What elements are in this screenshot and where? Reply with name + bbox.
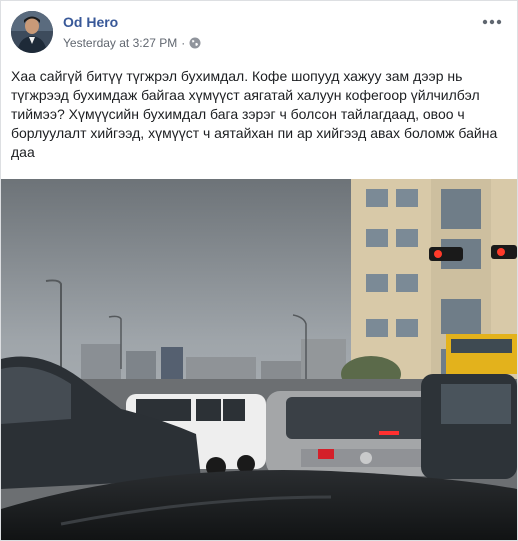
post-timestamp[interactable]: Yesterday at 3:27 PM: [63, 36, 177, 50]
meta-separator: ·: [181, 36, 186, 50]
post-photo[interactable]: [1, 179, 517, 540]
post-card: Od Hero Yesterday at 3:27 PM · Хаа сайгү…: [0, 0, 518, 541]
post-body-text: Хаа сайгүй битүү түгжрэл бухимдал. Кофе …: [11, 68, 498, 160]
post-header: Od Hero Yesterday at 3:27 PM ·: [11, 11, 507, 55]
globe-icon[interactable]: [189, 37, 201, 49]
author-name[interactable]: Od Hero: [63, 14, 118, 30]
more-options-icon[interactable]: [479, 13, 505, 31]
author-avatar[interactable]: [11, 11, 53, 53]
post-meta: Yesterday at 3:27 PM ·: [63, 36, 201, 50]
